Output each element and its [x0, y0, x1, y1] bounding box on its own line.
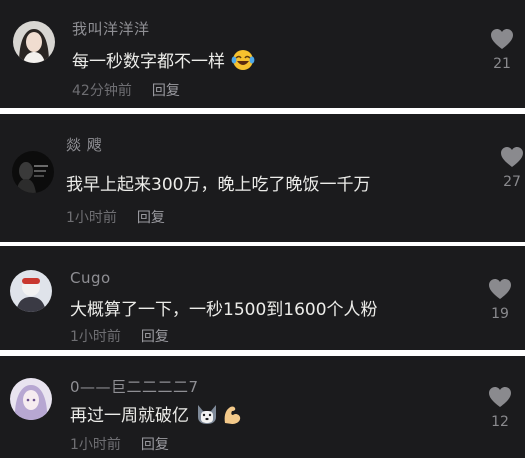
comment-card: 燚 飕 我早上起来300万，晚上吃了晚饭一千万 1小时前 回复 27: [0, 114, 525, 242]
heart-icon: [501, 147, 523, 167]
like-button[interactable]: 21: [484, 28, 520, 72]
comment-meta: 1小时前 回复: [70, 326, 169, 346]
flexed-arm-emoji: [222, 403, 242, 430]
username[interactable]: 我叫洋洋洋: [72, 18, 150, 39]
comment-text: 再过一周就破亿: [70, 401, 242, 430]
comment-text-body: 再过一周就破亿: [70, 406, 189, 426]
comment-time: 1小时前: [70, 437, 121, 453]
reply-button[interactable]: 回复: [141, 329, 169, 345]
user-avatar[interactable]: [10, 378, 52, 420]
reply-button[interactable]: 回复: [141, 437, 169, 453]
like-count: 21: [493, 56, 511, 72]
user-avatar[interactable]: [12, 151, 54, 193]
comment-time: 1小时前: [70, 329, 121, 345]
user-avatar[interactable]: [13, 21, 55, 63]
reply-button[interactable]: 回复: [137, 210, 165, 226]
like-button[interactable]: 27: [494, 146, 525, 190]
username[interactable]: 0——巨二二二二7: [70, 376, 199, 397]
username[interactable]: 燚 飕: [66, 134, 102, 155]
like-count: 27: [503, 174, 521, 190]
like-count: 12: [491, 414, 509, 430]
user-avatar[interactable]: [10, 270, 52, 312]
username[interactable]: Cugo: [70, 269, 111, 287]
heart-icon: [491, 29, 513, 49]
like-button[interactable]: 19: [482, 278, 518, 322]
laughing-tears-emoji: [231, 49, 255, 76]
like-button[interactable]: 12: [482, 386, 518, 430]
like-count: 19: [491, 306, 509, 322]
comment-meta: 1小时前 回复: [70, 434, 169, 454]
comment-time: 42分钟前: [72, 83, 132, 99]
comment-card: 我叫洋洋洋 每一秒数字都不一样 42分钟前 回复 21: [0, 0, 525, 108]
comment-list: 我叫洋洋洋 每一秒数字都不一样 42分钟前 回复 21 燚 飕 我早上起来300…: [0, 0, 525, 458]
comment-card: Cugo 大概算了一下，一秒1500到1600个人粉 1小时前 回复 19: [0, 246, 525, 350]
comment-card: 0——巨二二二二7 再过一周就破亿 1小时前 回复 12: [0, 356, 525, 458]
comment-text: 每一秒数字都不一样: [72, 47, 255, 76]
comment-text-body: 每一秒数字都不一样: [72, 52, 225, 72]
reply-button[interactable]: 回复: [152, 83, 180, 99]
comment-meta: 1小时前 回复: [66, 207, 165, 227]
husky-emoji: [195, 403, 219, 430]
heart-icon: [489, 387, 511, 407]
comment-text: 大概算了一下，一秒1500到1600个人粉: [70, 300, 378, 320]
heart-icon: [489, 279, 511, 299]
comment-meta: 42分钟前 回复: [72, 80, 180, 100]
comment-time: 1小时前: [66, 210, 117, 226]
comment-text: 我早上起来300万，晚上吃了晚饭一千万: [66, 175, 371, 195]
